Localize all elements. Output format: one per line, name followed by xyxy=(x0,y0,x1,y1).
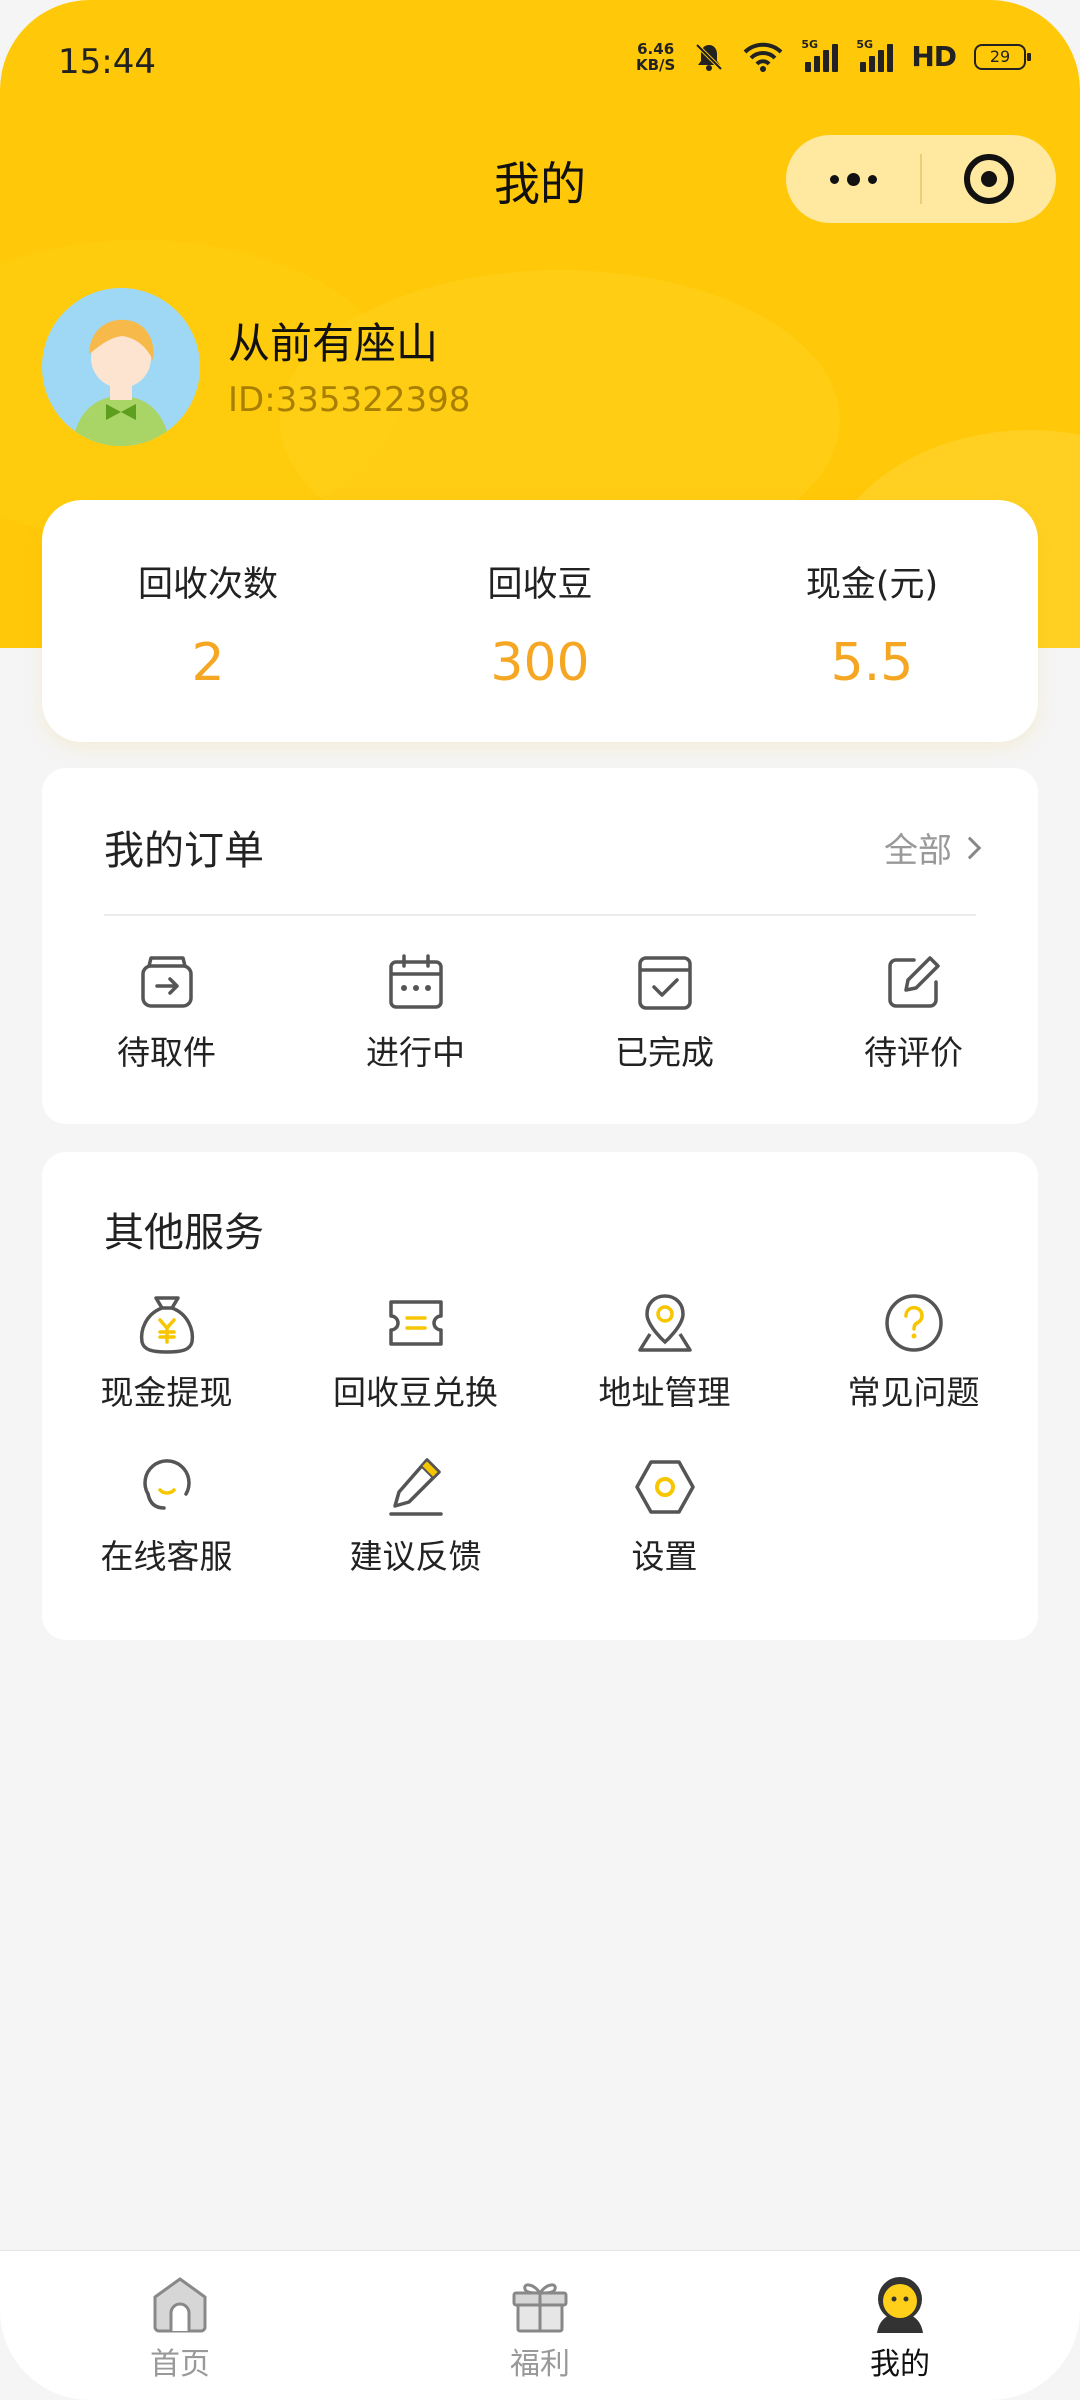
battery-icon: 29 xyxy=(974,43,1031,70)
order-label: 已完成 xyxy=(615,1033,714,1072)
cell-signal-icon: 5G xyxy=(801,38,839,72)
services-grid: 现金提现 回收豆兑换 地址管理 常见问题 在线客服 建议反馈 设置 xyxy=(42,1290,1038,1578)
stat-value: 5.5 xyxy=(830,633,914,693)
stat-recycle-beans[interactable]: 回收豆 300 xyxy=(374,500,706,742)
target-icon xyxy=(964,154,1014,204)
profile-icon xyxy=(877,2277,923,2333)
money-bag-icon xyxy=(139,1296,194,1354)
more-dot xyxy=(846,172,860,186)
tab-home[interactable]: 首页 xyxy=(0,2251,360,2400)
ticket-icon xyxy=(388,1300,443,1346)
status-icons: 6.46 KB/S 5G 5G HD 29 xyxy=(635,38,1031,74)
question-icon xyxy=(884,1294,943,1352)
home-icon xyxy=(153,2277,207,2333)
service-bean-exchange[interactable]: 回收豆兑换 xyxy=(291,1290,540,1414)
service-cash-withdraw[interactable]: 现金提现 xyxy=(42,1290,291,1414)
status-bar: 15:44 6.46 KB/S 5G 5G HD 29 xyxy=(0,0,1080,120)
wifi-icon xyxy=(743,42,783,72)
service-feedback[interactable]: 建议反馈 xyxy=(291,1454,540,1578)
mini-program-capsule xyxy=(786,135,1056,223)
service-label: 常见问题 xyxy=(847,1373,980,1412)
service-label: 建议反馈 xyxy=(349,1537,482,1576)
tab-mine[interactable]: 我的 xyxy=(720,2251,1080,2400)
gift-icon xyxy=(512,2283,568,2333)
stat-value: 2 xyxy=(191,633,225,693)
location-icon xyxy=(637,1294,692,1352)
service-label: 回收豆兑换 xyxy=(333,1373,498,1412)
stat-label: 回收豆 xyxy=(487,565,593,605)
hd-indicator: HD xyxy=(911,40,957,73)
service-label: 现金提现 xyxy=(100,1373,233,1412)
stat-value: 300 xyxy=(490,633,590,693)
services-title: 其他服务 xyxy=(104,1210,264,1256)
close-button[interactable] xyxy=(922,135,1056,223)
view-all-orders-link[interactable]: 全部 xyxy=(884,823,982,872)
mute-bell-icon xyxy=(695,43,723,71)
order-label: 待取件 xyxy=(117,1033,216,1072)
order-in-progress[interactable]: 进行中 xyxy=(291,952,540,1074)
calendar-icon xyxy=(388,954,443,1009)
divider xyxy=(104,914,976,916)
more-dot xyxy=(829,174,839,184)
stat-label: 现金(元) xyxy=(805,565,939,605)
stat-label: 回收次数 xyxy=(137,565,278,605)
tab-bar: 首页 福利 我的 xyxy=(0,2250,1080,2400)
service-online-support[interactable]: 在线客服 xyxy=(42,1454,291,1578)
edit-icon xyxy=(887,956,940,1008)
status-time: 15:44 xyxy=(58,42,156,82)
stats-card: 回收次数 2 回收豆 300 现金(元) 5.5 xyxy=(42,500,1038,742)
service-settings[interactable]: 设置 xyxy=(540,1454,789,1578)
services-card: 其他服务 现金提现 回收豆兑换 地址管理 常见问题 在线客服 建议反馈 设置 xyxy=(42,1152,1038,1640)
order-pending-pickup[interactable]: 待取件 xyxy=(42,952,291,1074)
tab-label: 首页 xyxy=(150,2347,210,2382)
service-faq[interactable]: 常见问题 xyxy=(789,1290,1038,1414)
pen-icon xyxy=(388,1458,443,1516)
tab-label: 福利 xyxy=(510,2347,570,2382)
avatar-illustration xyxy=(42,288,200,446)
more-button[interactable] xyxy=(786,135,920,223)
stat-recycle-count[interactable]: 回收次数 2 xyxy=(42,500,374,742)
service-address[interactable]: 地址管理 xyxy=(540,1290,789,1414)
pickup-icon xyxy=(140,956,193,1008)
service-label: 地址管理 xyxy=(598,1373,731,1412)
tab-label: 我的 xyxy=(870,2347,930,2382)
chevron-right-icon xyxy=(958,836,982,859)
service-label: 设置 xyxy=(631,1537,698,1576)
more-dot xyxy=(867,174,877,184)
avatar[interactable] xyxy=(42,288,200,446)
order-to-review[interactable]: 待评价 xyxy=(789,952,1038,1074)
network-speed: 6.46 KB/S xyxy=(635,39,676,74)
user-name: 从前有座山 xyxy=(228,319,439,368)
order-status-row: 待取件 进行中 已完成 待评价 xyxy=(42,952,1038,1074)
order-label: 进行中 xyxy=(366,1033,465,1072)
service-label: 在线客服 xyxy=(100,1537,233,1576)
orders-card: 我的订单 全部 待取件 进行中 已完成 待评价 xyxy=(42,768,1038,1124)
tab-welfare[interactable]: 福利 xyxy=(360,2251,720,2400)
order-completed[interactable]: 已完成 xyxy=(540,952,789,1074)
cell-signal-icon: 5G xyxy=(856,38,894,72)
completed-icon xyxy=(637,956,692,1010)
settings-hex-icon xyxy=(634,1460,695,1514)
order-label: 待评价 xyxy=(864,1033,963,1072)
orders-title: 我的订单 xyxy=(104,828,264,874)
headset-icon xyxy=(142,1459,191,1510)
stat-cash[interactable]: 现金(元) 5.5 xyxy=(706,500,1038,742)
user-id: ID:335322398 xyxy=(228,380,471,420)
